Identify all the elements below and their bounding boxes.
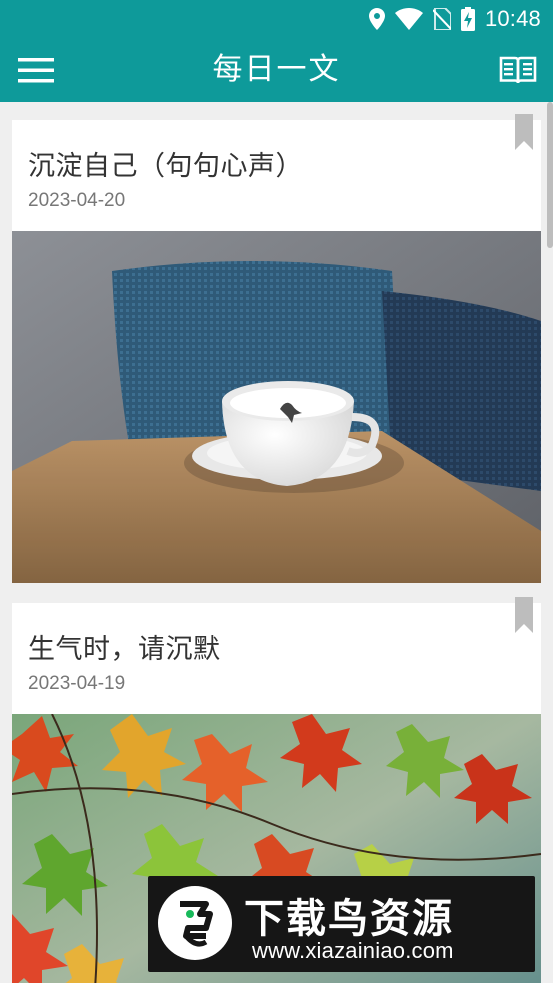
watermark-banner: 下载鸟资源 www.xiazainiao.com: [148, 876, 535, 972]
article-feed[interactable]: 沉淀自己（句句心声） 2023-04-20 生气时，请沉默 2023-04-19: [0, 102, 553, 983]
bookmark-icon[interactable]: [515, 114, 533, 150]
watermark-url: www.xiazainiao.com: [252, 938, 454, 963]
scrollbar[interactable]: [547, 102, 553, 248]
article-date: 2023-04-20: [28, 190, 126, 211]
article-card[interactable]: 沉淀自己（句句心声） 2023-04-20: [12, 114, 541, 583]
page-title: 每日一文: [212, 52, 341, 87]
status-time: 10:48: [484, 6, 541, 31]
book-icon: [499, 56, 537, 84]
status-bar: 10:48: [0, 0, 553, 38]
watermark-logo: [158, 886, 232, 960]
article-title: 生气时，请沉默: [28, 634, 221, 665]
bookmark-icon[interactable]: [515, 597, 533, 633]
app-bar: 每日一文: [0, 38, 553, 102]
battery-charging-icon: [460, 7, 475, 31]
reading-mode-button[interactable]: [499, 52, 537, 88]
watermark-title: 下载鸟资源: [244, 896, 454, 942]
status-icons: 10:48: [368, 6, 541, 32]
location-icon: [368, 8, 385, 30]
bird-logo-icon: [180, 901, 213, 947]
no-sim-icon: [432, 8, 451, 30]
article-image: [12, 231, 541, 583]
coffee-cup-photo: [12, 231, 541, 583]
article-date: 2023-04-19: [28, 673, 126, 694]
wifi-icon: [394, 8, 423, 30]
article-title: 沉淀自己（句句心声）: [28, 151, 303, 182]
